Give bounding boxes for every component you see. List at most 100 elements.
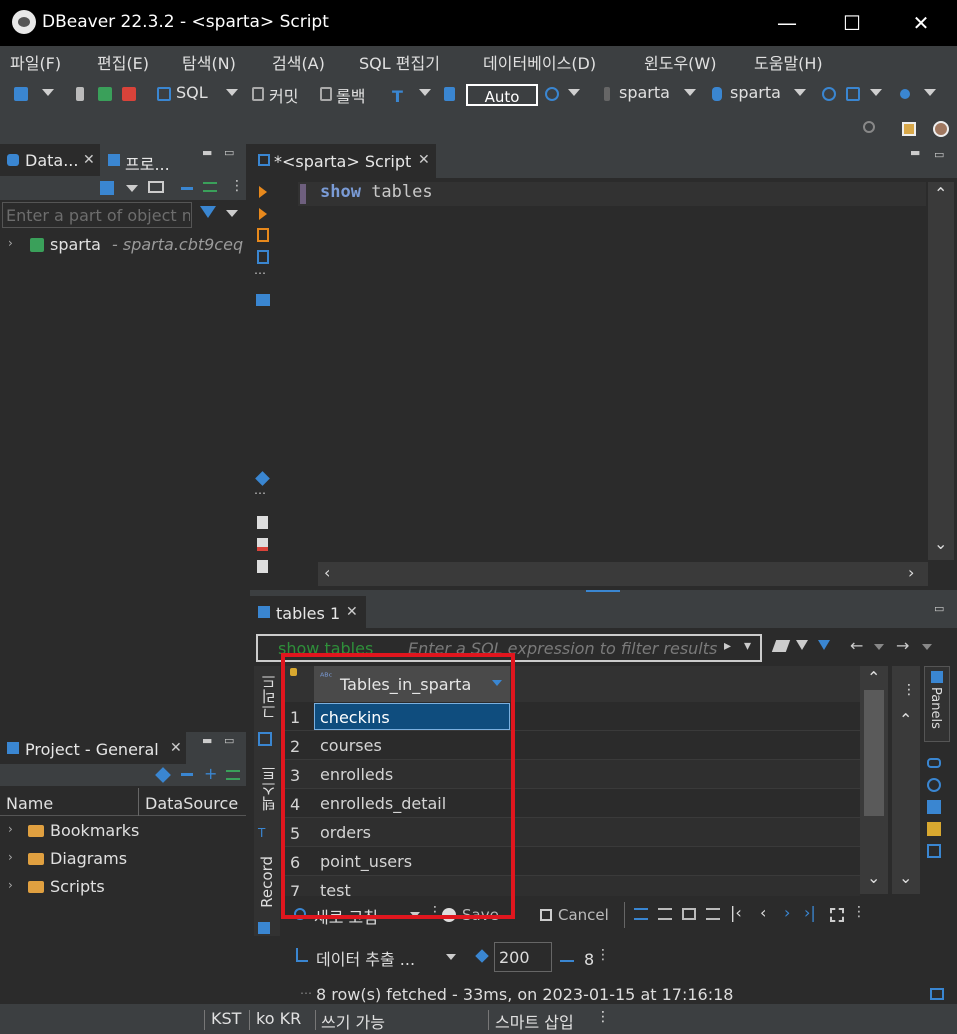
search-tool-dropdown-icon[interactable]: [924, 89, 936, 96]
sql-editor-button[interactable]: SQL: [176, 83, 208, 102]
value-viewer-icon[interactable]: [927, 758, 941, 768]
cancel-icon[interactable]: [540, 909, 552, 921]
filter-dropdown-icon[interactable]: [226, 210, 238, 217]
count-more-icon[interactable]: ⋮: [596, 947, 610, 963]
first-row-icon[interactable]: |‹: [730, 903, 742, 922]
maximize-button[interactable]: ☐: [820, 0, 884, 46]
new-connection-icon[interactable]: [100, 181, 114, 195]
close-results-tab-icon[interactable]: ✕: [346, 604, 358, 620]
configure-icon[interactable]: [155, 767, 171, 783]
minimize-editor-icon[interactable]: ▬: [910, 146, 920, 159]
export-data-button[interactable]: 데이터 추출 ...: [316, 946, 415, 970]
datasource-dropdown-icon[interactable]: [684, 89, 696, 96]
filter-icon[interactable]: [200, 206, 216, 218]
fetch-all-icon[interactable]: [560, 948, 574, 962]
filter-settings-icon[interactable]: [796, 640, 808, 650]
maximize-panel-icon[interactable]: ▭: [224, 146, 234, 159]
next-row-icon[interactable]: ›: [784, 903, 790, 922]
link-icon[interactable]: [226, 770, 240, 780]
active-datasource-selector[interactable]: sparta: [619, 83, 670, 102]
export-dropdown-icon[interactable]: [446, 954, 456, 960]
execute-script-icon[interactable]: [257, 228, 269, 242]
transaction-log-icon[interactable]: [545, 87, 559, 101]
tree-item-connection[interactable]: › sparta - sparta.cbt9ceq: [0, 232, 246, 258]
metadata-icon[interactable]: [927, 778, 941, 792]
project-item-scripts[interactable]: › Scripts: [0, 874, 246, 902]
console-icon[interactable]: [256, 294, 270, 306]
previous-row-icon[interactable]: ‹: [760, 903, 766, 922]
fetch-size-input[interactable]: 200: [494, 942, 552, 972]
grid-view-tab[interactable]: 그리드: [258, 674, 279, 719]
new-connection-icon[interactable]: [14, 87, 28, 101]
back-dropdown-icon[interactable]: [874, 644, 884, 650]
search-icon[interactable]: [863, 121, 875, 133]
maximize-editor-icon[interactable]: ▭: [934, 148, 944, 161]
transaction-mode-icon[interactable]: T: [392, 87, 403, 106]
new-connection-dropdown-icon[interactable]: [42, 89, 54, 96]
fetch-size-settings-icon[interactable]: [475, 949, 489, 963]
back-arrow-icon[interactable]: ←: [850, 636, 863, 655]
filter-active-icon[interactable]: [818, 640, 830, 650]
expand-chevron-icon[interactable]: ›: [8, 850, 13, 864]
link-with-editor-icon[interactable]: [203, 182, 217, 192]
menu-search[interactable]: 검색(A): [272, 50, 325, 74]
editor-vertical-scrollbar[interactable]: ⌃ ⌄: [928, 182, 954, 560]
last-row-icon[interactable]: ›|: [804, 903, 816, 922]
disconnect-icon[interactable]: [76, 87, 84, 101]
rollback-icon[interactable]: [320, 87, 332, 101]
scroll-up-icon[interactable]: ⌃: [934, 184, 947, 203]
dbeaver-perspective-icon[interactable]: [933, 121, 949, 137]
panels-scroll-down-icon[interactable]: ⌄: [899, 868, 912, 887]
view-menu-icon[interactable]: ⋮: [230, 178, 244, 194]
cancel-button[interactable]: Cancel: [558, 906, 609, 924]
grid-vertical-scrollbar[interactable]: ⌃ ⌄: [860, 666, 888, 894]
delete-row-icon[interactable]: [706, 908, 720, 920]
menu-navigate[interactable]: 탐색(N): [182, 50, 236, 74]
scroll-right-icon[interactable]: ›: [908, 563, 914, 582]
close-editor-tab-icon[interactable]: ✕: [418, 152, 430, 168]
expand-chevron-icon[interactable]: ›: [8, 822, 13, 836]
menu-sql-editor[interactable]: SQL 편집기: [359, 50, 440, 74]
nav-more-icon[interactable]: ⋮: [852, 904, 866, 920]
new-folder-icon[interactable]: [148, 181, 164, 193]
menu-window[interactable]: 윈도우(W): [644, 50, 716, 74]
grid-scroll-thumb[interactable]: [864, 690, 884, 816]
minimize-button[interactable]: —: [755, 0, 819, 46]
text-view-tab[interactable]: 텍스트: [258, 766, 279, 811]
menu-database[interactable]: 데이터베이스(D): [483, 50, 596, 74]
grid-scroll-up-icon[interactable]: ⌃: [867, 668, 880, 687]
fetch-page-icon[interactable]: [830, 908, 844, 922]
editor-tab[interactable]: *<sparta> Script ✕: [250, 144, 436, 178]
record-icon[interactable]: [258, 922, 270, 934]
navigator-tab[interactable]: Data... ✕: [0, 144, 100, 176]
forward-arrow-icon[interactable]: →: [896, 636, 909, 655]
menu-help[interactable]: 도움말(H): [754, 50, 823, 74]
collapse-all-icon[interactable]: [181, 187, 193, 190]
editor-horizontal-scrollbar[interactable]: ‹ ›: [318, 562, 928, 586]
status-more-icon[interactable]: ⋮: [596, 1009, 610, 1025]
panels-scrollbar[interactable]: ⋮ ⌃ ⌄: [892, 666, 920, 894]
expand-chevron-icon[interactable]: ›: [8, 878, 13, 892]
commit-button[interactable]: 커밋: [269, 83, 298, 107]
panels-tab[interactable]: Panels: [924, 666, 950, 742]
disconnect-all-icon[interactable]: [122, 87, 136, 101]
scroll-left-icon[interactable]: ‹: [324, 563, 330, 582]
settings-gear-icon[interactable]: [255, 471, 270, 486]
menu-file[interactable]: 파일(F): [10, 50, 61, 74]
load-script-icon[interactable]: [257, 538, 268, 551]
sql-code-line[interactable]: show tables: [320, 182, 433, 202]
menu-edit[interactable]: 편집(E): [97, 50, 149, 74]
grouping-icon[interactable]: [927, 800, 941, 814]
export-icon[interactable]: [296, 948, 308, 962]
forward-dropdown-icon[interactable]: [922, 644, 932, 650]
copy-row-icon[interactable]: [682, 908, 696, 920]
schema-dropdown-icon[interactable]: [794, 89, 806, 96]
expand-chevron-icon[interactable]: ›: [8, 236, 13, 250]
connection-dropdown-icon[interactable]: [126, 185, 138, 192]
navigator-filter-input[interactable]: Enter a part of object n: [2, 202, 192, 228]
active-schema-selector[interactable]: sparta: [730, 83, 781, 102]
add-icon[interactable]: +: [204, 766, 217, 782]
close-project-tab-icon[interactable]: ✕: [170, 740, 182, 756]
projects-tab-label[interactable]: 프로...: [125, 151, 170, 175]
project-item-bookmarks[interactable]: › Bookmarks: [0, 818, 246, 846]
